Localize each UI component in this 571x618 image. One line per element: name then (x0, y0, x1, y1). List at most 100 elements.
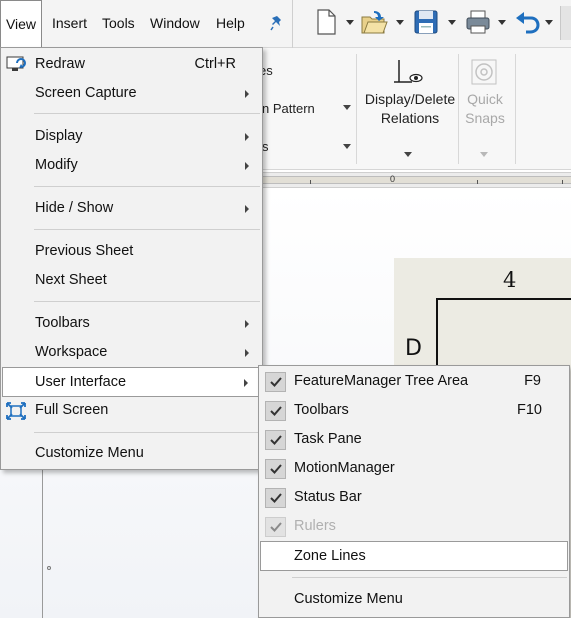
open-folder-icon[interactable] (360, 8, 388, 36)
display-delete-line1: Display/Delete (364, 91, 456, 107)
menu-item-previous-sheet[interactable]: Previous Sheet (2, 238, 261, 266)
ribbon-separator-2 (458, 54, 459, 164)
menu-item-toolbars[interactable]: Toolbars (2, 310, 261, 338)
menu-item-full-screen[interactable]: Full Screen (2, 397, 261, 425)
checkmark-icon (265, 401, 286, 421)
checkmark-icon (265, 517, 286, 537)
menu-item-label: Next Sheet (35, 272, 107, 288)
zone-row-label: D (405, 336, 422, 361)
menu-item-display[interactable]: Display (2, 123, 261, 151)
menu-item-label: Modify (35, 157, 78, 173)
submenu-item-label: Rulers (294, 518, 336, 534)
submenu-item-motionmanager[interactable]: MotionManager (260, 455, 568, 483)
submenu-item-featuremanager-tree-area[interactable]: FeatureManager Tree Area F9 (260, 368, 568, 396)
display-delete-line2: Relations (380, 110, 440, 126)
menu-item-modify[interactable]: Modify (2, 152, 261, 180)
submenu-item-label: Status Bar (294, 489, 362, 505)
menu-item-label: Previous Sheet (35, 243, 134, 259)
print-icon[interactable] (464, 8, 492, 36)
ribbon-separator (356, 54, 357, 164)
menu-separator (34, 432, 260, 433)
display-delete-caret[interactable] (404, 152, 412, 157)
submenu-item-toolbars[interactable]: Toolbars F10 (260, 397, 568, 425)
menu-separator (34, 186, 260, 187)
menu-separator (34, 229, 260, 230)
submenu-arrow-icon (245, 349, 249, 357)
menu-item-next-sheet[interactable]: Next Sheet (2, 267, 261, 295)
ruler-tick (562, 180, 563, 184)
ribbon-item-fragment-2[interactable]: n Pattern (262, 101, 315, 116)
submenu-item-label: Zone Lines (294, 548, 366, 564)
new-dropdown-arrow[interactable] (346, 20, 354, 25)
menu-tools[interactable]: Tools (102, 0, 135, 46)
user-interface-submenu: FeatureManager Tree Area F9 Toolbars F10… (258, 365, 570, 618)
menu-item-user-interface[interactable]: User Interface (2, 367, 261, 397)
menu-item-label: Workspace (35, 344, 108, 360)
ribbon-dropdown-caret-2[interactable] (343, 144, 351, 149)
display-delete-relations-button[interactable]: Display/Delete Relations (360, 90, 460, 128)
submenu-item-zone-lines[interactable]: Zone Lines (260, 541, 568, 571)
relations-icon[interactable] (394, 58, 424, 88)
submenu-item-task-pane[interactable]: Task Pane (260, 426, 568, 454)
submenu-arrow-icon (245, 205, 249, 213)
submenu-item-rulers: Rulers (260, 513, 568, 541)
checkmark-icon (265, 459, 286, 479)
submenu-arrow-icon (245, 133, 249, 141)
checkmark-icon (265, 488, 286, 508)
ribbon-dropdown-caret[interactable] (343, 105, 351, 110)
undo-dropdown-arrow[interactable] (545, 20, 553, 25)
view-menu: Redraw Ctrl+R Screen Capture Display Mod… (0, 47, 263, 470)
menu-item-label: Hide / Show (35, 200, 114, 216)
submenu-item-label: MotionManager (294, 460, 395, 476)
ruler-zero-label: 0 (390, 174, 396, 184)
submenu-arrow-icon (245, 90, 249, 98)
submenu-item-label: Task Pane (294, 431, 362, 447)
sheet-edge-marker (47, 566, 51, 570)
quick-snaps-icon (471, 59, 497, 85)
quick-snaps-button: Quick Snaps (460, 90, 510, 128)
quick-snaps-caret (480, 152, 488, 157)
checkmark-icon (265, 372, 286, 392)
zone-column-label: 4 (503, 268, 517, 292)
menu-item-shortcut: Ctrl+R (194, 56, 237, 72)
submenu-item-label: Toolbars (294, 402, 349, 418)
save-icon[interactable] (412, 8, 440, 36)
ribbon-separator-3 (515, 54, 516, 164)
ruler-tick (477, 180, 478, 184)
checkmark-icon (265, 430, 286, 450)
menu-view[interactable]: View (0, 0, 42, 48)
menu-item-label: Display (35, 128, 83, 144)
menu-item-label: Full Screen (35, 402, 109, 418)
open-dropdown-arrow[interactable] (396, 20, 404, 25)
submenu-item-customize-menu[interactable]: Customize Menu (260, 586, 568, 614)
sheet-left-edge (42, 470, 51, 618)
submenu-arrow-icon (244, 379, 248, 387)
redraw-icon (6, 56, 26, 71)
menu-item-customize-menu[interactable]: Customize Menu (2, 440, 261, 468)
menu-bar: View Insert Tools Window Help (0, 0, 571, 48)
undo-icon[interactable] (514, 8, 542, 36)
menu-insert[interactable]: Insert (52, 0, 87, 46)
pin-icon[interactable] (270, 15, 284, 31)
menu-separator (34, 301, 260, 302)
toolbar-overflow[interactable] (560, 6, 571, 40)
menu-item-workspace[interactable]: Workspace (2, 339, 261, 367)
menu-item-label: User Interface (35, 374, 127, 390)
submenu-item-status-bar[interactable]: Status Bar (260, 484, 568, 512)
menu-item-label: Toolbars (35, 315, 90, 331)
menu-item-hide-show[interactable]: Hide / Show (2, 195, 261, 223)
quick-snaps-line2: Snaps (465, 110, 505, 126)
menu-item-label: Customize Menu (35, 445, 144, 461)
menu-item-redraw[interactable]: Redraw Ctrl+R (2, 51, 261, 79)
print-dropdown-arrow[interactable] (498, 20, 506, 25)
menu-window[interactable]: Window (150, 0, 200, 46)
full-screen-icon (6, 402, 26, 420)
menu-help[interactable]: Help (216, 0, 245, 46)
menu-separator (292, 577, 567, 578)
save-dropdown-arrow[interactable] (448, 20, 456, 25)
menu-item-screen-capture[interactable]: Screen Capture (2, 80, 261, 108)
submenu-arrow-icon (245, 162, 249, 170)
submenu-item-label: Customize Menu (294, 591, 403, 607)
submenu-item-label: FeatureManager Tree Area (294, 373, 469, 389)
new-document-icon[interactable] (312, 8, 340, 36)
